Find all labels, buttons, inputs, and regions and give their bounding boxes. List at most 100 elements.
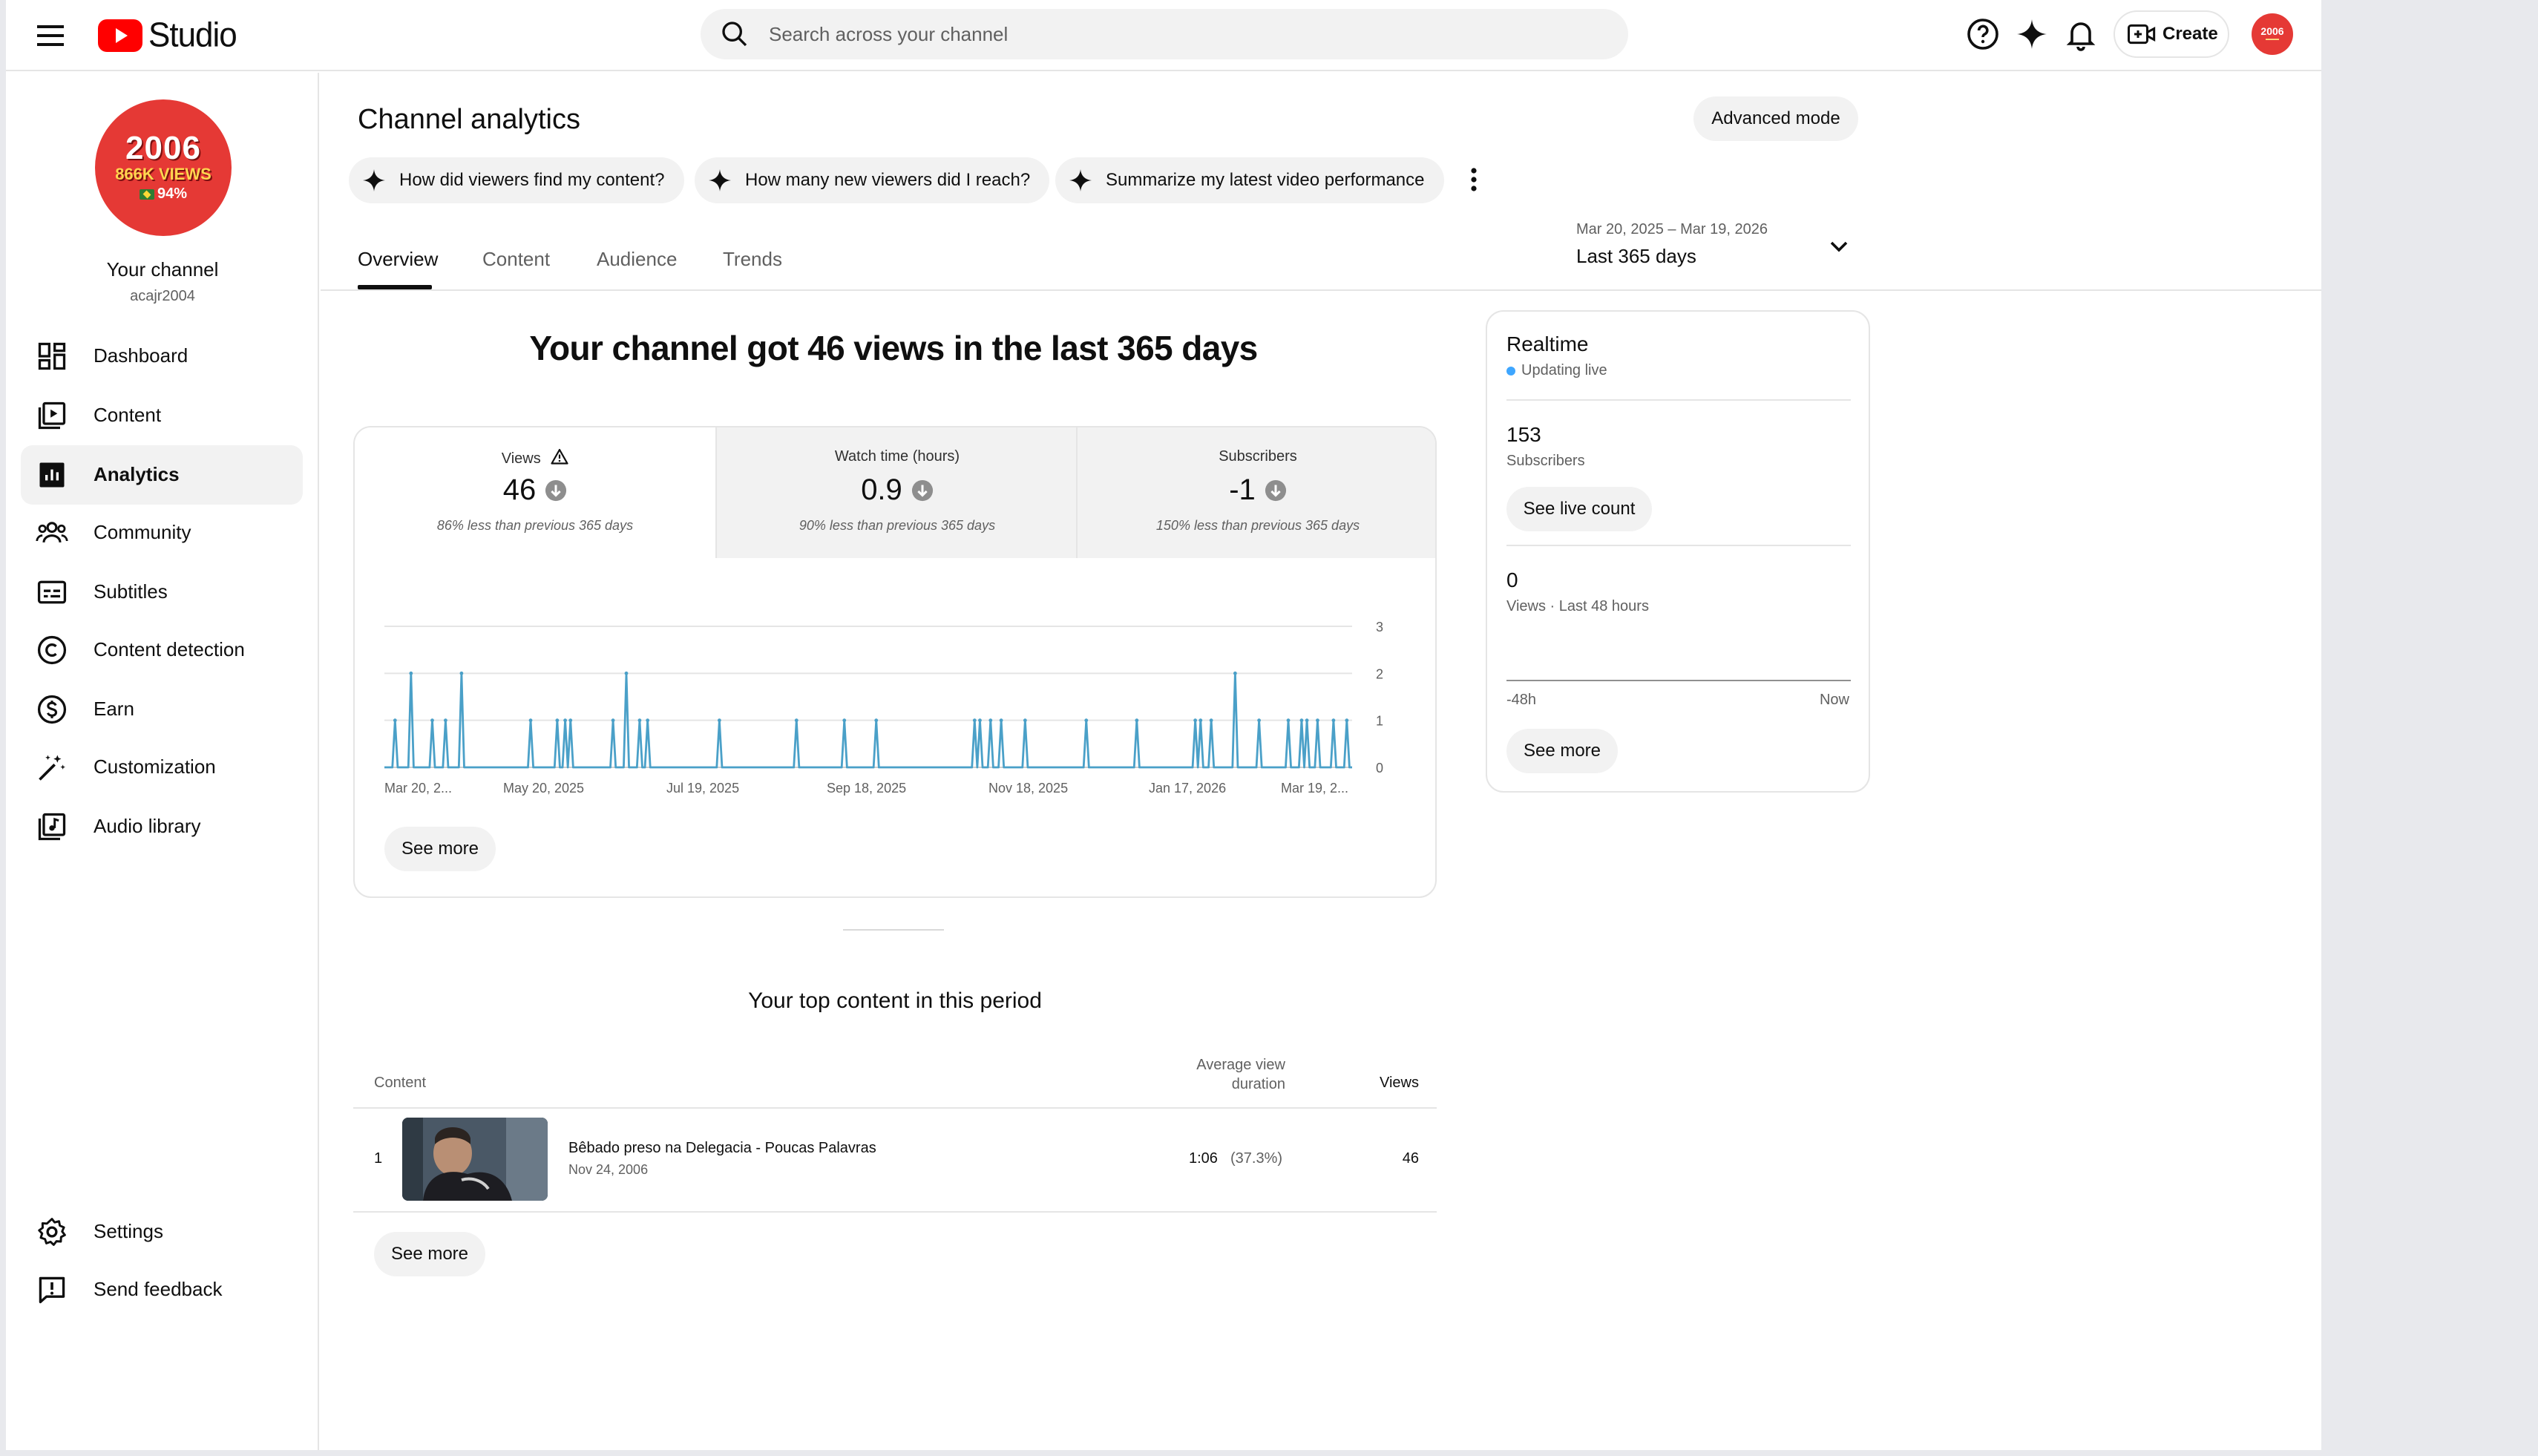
chart-data-point[interactable] <box>1209 718 1213 723</box>
chart-data-point[interactable] <box>430 718 434 723</box>
ai-chip-new-viewers[interactable]: How many new viewers did I reach? <box>695 157 1050 203</box>
top-content-see-more-button[interactable]: See more <box>374 1232 485 1276</box>
chart-data-point[interactable] <box>1198 718 1203 723</box>
chart-data-point[interactable] <box>1305 718 1309 723</box>
copyright-icon <box>37 635 67 665</box>
chart-data-point[interactable] <box>624 671 629 675</box>
metric-subscribers[interactable]: Subscribers -1 150% less than previous 3… <box>1076 427 1435 558</box>
chart-data-point[interactable] <box>1257 718 1262 723</box>
chart-data-point[interactable] <box>568 718 573 723</box>
date-range[interactable]: Mar 20, 2025 – Mar 19, 2026 <box>1576 221 1768 238</box>
chart-data-point[interactable] <box>1316 718 1319 723</box>
chart-data-point[interactable] <box>842 718 847 723</box>
sidebar-item-settings[interactable]: Settings <box>21 1202 303 1262</box>
chart-data-point[interactable] <box>459 671 464 675</box>
notifications-bell-icon[interactable] <box>2063 16 2099 52</box>
customization-icon <box>39 755 65 781</box>
chart-data-point[interactable] <box>637 718 642 723</box>
studio-logo[interactable]: Studio <box>98 15 237 56</box>
sidebar-item-earn[interactable]: Earn <box>21 680 303 739</box>
see-live-count-button[interactable]: See live count <box>1506 487 1652 531</box>
x-tick-label: Jul 19, 2025 <box>666 781 739 796</box>
sidebar-item-label: Settings <box>94 1220 163 1242</box>
chart-data-point[interactable] <box>1345 718 1349 723</box>
chart-data-point[interactable] <box>1286 718 1291 723</box>
ai-chip-summarize-video[interactable]: Summarize my latest video performance <box>1055 157 1444 203</box>
col-header-views[interactable]: Views <box>1345 1075 1419 1092</box>
search-input[interactable] <box>769 9 1600 59</box>
sidebar-item-community[interactable]: Community <box>21 503 303 563</box>
sidebar-item-send-feedback[interactable]: Send feedback <box>21 1260 303 1319</box>
advanced-mode-button[interactable]: Advanced mode <box>1693 96 1858 141</box>
tab-content[interactable]: Content <box>482 248 550 271</box>
chart-data-point[interactable] <box>409 671 413 675</box>
metric-label: Watch time (hours) <box>834 448 960 465</box>
metric-value: 0.9 <box>861 473 902 506</box>
chart-data-point[interactable] <box>1023 718 1027 723</box>
help-icon[interactable] <box>1965 16 2001 52</box>
account-avatar[interactable]: 2006 ▬▬▬ <box>2252 13 2293 55</box>
chart-data-point[interactable] <box>443 718 447 723</box>
metrics-card: Views 46 86% less than previous 365 days… <box>353 426 1437 898</box>
chart-data-point[interactable] <box>528 718 533 723</box>
chart-data-point[interactable] <box>978 718 982 723</box>
avatar-pct: 94% <box>157 186 188 202</box>
realtime-see-more-button[interactable]: See more <box>1506 729 1618 773</box>
chart-data-point[interactable] <box>611 718 615 723</box>
sidebar-item-dashboard[interactable]: Dashboard <box>21 327 303 386</box>
sidebar-item-analytics[interactable]: Analytics <box>21 445 303 505</box>
realtime-divider <box>1506 399 1851 401</box>
metric-views[interactable]: Views 46 86% less than previous 365 days <box>355 427 715 558</box>
sidebar-item-customization[interactable]: Customization <box>21 738 303 797</box>
chart-data-point[interactable] <box>1193 718 1198 723</box>
chart-data-point[interactable] <box>1233 671 1237 675</box>
realtime-views-label: Views · Last 48 hours <box>1506 598 1649 614</box>
y-tick-label: 2 <box>1376 666 1383 681</box>
date-range-label[interactable]: Last 365 days <box>1576 245 1696 268</box>
col-header-avd-line2: duration <box>1231 1076 1285 1092</box>
ai-sparkle-icon[interactable] <box>2014 16 2050 52</box>
col-header-avd[interactable]: Average view duration <box>1152 1055 1285 1094</box>
chart-data-point[interactable] <box>1331 718 1336 723</box>
create-button[interactable]: Create <box>2114 10 2229 58</box>
chart-data-point[interactable] <box>972 718 977 723</box>
channel-name[interactable]: Your channel <box>6 258 319 281</box>
video-thumbnail[interactable] <box>402 1118 548 1201</box>
sidebar-item-content[interactable]: Content <box>21 386 303 445</box>
sidebar-item-audio-library[interactable]: Audio library <box>21 797 303 856</box>
sidebar-item-subtitles[interactable]: Subtitles <box>21 563 303 622</box>
video-title[interactable]: Bêbado preso na Delegacia - Poucas Palav… <box>568 1140 876 1157</box>
views-line-chart[interactable]: 0 1 2 3 Mar 20, 2... May 20, 2025 Jul 19, 2025… <box>355 558 1437 803</box>
chart-data-point[interactable] <box>988 718 993 723</box>
sidebar-item-label: Audio library <box>94 815 201 837</box>
search-icon[interactable] <box>720 19 750 49</box>
y-tick-label: 3 <box>1376 620 1383 634</box>
chart-data-point[interactable] <box>717 718 721 723</box>
chart-data-point[interactable] <box>1299 718 1304 723</box>
realtime-subscribers-label: Subscribers <box>1506 453 1585 469</box>
chart-data-point[interactable] <box>794 718 799 723</box>
more-vert-icon[interactable] <box>1463 165 1484 194</box>
chart-data-point[interactable] <box>555 718 560 723</box>
metric-watch-time[interactable]: Watch time (hours) 0.9 90% less than pre… <box>715 427 1076 558</box>
sparkle-icon <box>709 169 731 191</box>
chart-data-point[interactable] <box>1135 718 1139 723</box>
tab-overview[interactable]: Overview <box>358 248 438 271</box>
tab-trends[interactable]: Trends <box>723 248 782 271</box>
hamburger-menu-icon[interactable] <box>33 18 68 53</box>
chart-data-point[interactable] <box>563 718 568 723</box>
sidebar-item-content-detection[interactable]: Content detection <box>21 620 303 680</box>
channel-avatar[interactable]: 2006 866K VIEWS 94% <box>95 99 232 236</box>
chevron-down-icon[interactable] <box>1827 235 1851 258</box>
chart-data-point[interactable] <box>999 718 1003 723</box>
search-bar[interactable] <box>701 9 1628 59</box>
chart-data-point[interactable] <box>874 718 879 723</box>
ai-chip-find-content[interactable]: How did viewers find my content? <box>349 157 684 203</box>
chart-data-point[interactable] <box>393 718 397 723</box>
chart-data-point[interactable] <box>1084 718 1089 723</box>
chart-see-more-button[interactable]: See more <box>384 827 496 871</box>
sidebar-item-label: Customization <box>94 755 216 778</box>
chart-data-point[interactable] <box>646 718 650 723</box>
tab-audience[interactable]: Audience <box>597 248 677 271</box>
warning-icon[interactable] <box>551 448 568 465</box>
